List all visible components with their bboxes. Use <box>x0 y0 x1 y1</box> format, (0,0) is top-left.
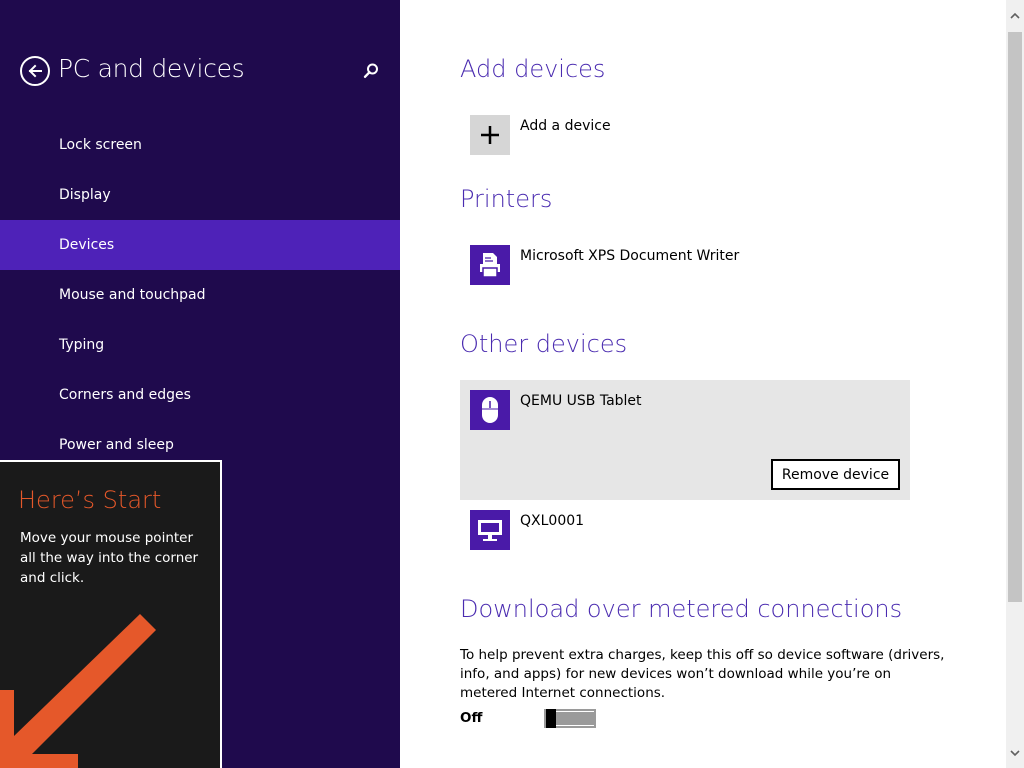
sidebar-item-label: Corners and edges <box>59 387 191 403</box>
start-hint-title: Here’s Start <box>18 486 162 514</box>
add-device-button[interactable]: Add a device <box>460 115 910 155</box>
sidebar-item-label: Typing <box>59 337 105 353</box>
start-hint-overlay[interactable]: Here’s Start Move your mouse pointer all… <box>0 460 222 768</box>
search-icon <box>363 63 378 78</box>
chevron-up-icon <box>1010 12 1020 19</box>
sidebar-nav: Lock screen Display Devices Mouse and to… <box>0 120 400 470</box>
sidebar-item-devices[interactable]: Devices <box>0 220 400 270</box>
page-title: PC and devices <box>58 54 245 83</box>
sidebar-item-typing[interactable]: Typing <box>0 320 400 370</box>
sidebar-item-label: Display <box>59 187 111 203</box>
toggle-track <box>556 712 594 725</box>
printer-icon <box>480 253 500 278</box>
sidebar-item-lock-screen[interactable]: Lock screen <box>0 120 400 170</box>
scroll-up-button[interactable] <box>1006 0 1024 30</box>
toggle-thumb[interactable] <box>546 709 556 728</box>
vertical-scrollbar[interactable] <box>1006 0 1024 768</box>
section-title-other-devices: Other devices <box>460 330 628 358</box>
printer-tile <box>470 245 510 285</box>
device-label-qemu-usb-tablet: QEMU USB Tablet <box>520 393 642 409</box>
add-device-label: Add a device <box>520 118 611 134</box>
sidebar-item-mouse-and-touchpad[interactable]: Mouse and touchpad <box>0 270 400 320</box>
plus-icon <box>481 126 499 144</box>
section-title-metered: Download over metered connections <box>460 595 903 623</box>
monitor-tile <box>470 510 510 550</box>
mouse-icon <box>482 397 498 423</box>
main-content: Add devices Add a device Printers Micros… <box>400 0 1006 768</box>
sidebar-item-label: Lock screen <box>59 137 142 153</box>
remove-device-button[interactable]: Remove device <box>771 459 900 490</box>
back-arrow-icon <box>28 64 42 78</box>
sidebar-item-corners-and-edges[interactable]: Corners and edges <box>0 370 400 420</box>
add-device-tile <box>470 115 510 155</box>
metered-download-toggle[interactable] <box>544 709 596 728</box>
metered-description: To help prevent extra charges, keep this… <box>460 647 945 701</box>
sidebar-item-display[interactable]: Display <box>0 170 400 220</box>
device-item-qxl0001[interactable]: QXL0001 <box>460 510 910 550</box>
metered-toggle-state-label: Off <box>460 710 483 726</box>
search-button[interactable] <box>361 61 381 81</box>
back-button[interactable] <box>20 56 50 86</box>
device-item-qemu-usb-tablet[interactable]: QEMU USB Tablet Remove device <box>460 380 910 500</box>
start-hint-text: Move your mouse pointer all the way into… <box>20 530 199 586</box>
arrow-down-left-icon <box>0 614 156 768</box>
monitor-icon <box>478 520 502 541</box>
scrollbar-thumb[interactable] <box>1008 32 1022 602</box>
chevron-down-icon <box>1010 749 1020 756</box>
section-title-printers: Printers <box>460 185 553 213</box>
sidebar-item-label: Power and sleep <box>59 437 174 453</box>
device-label-printer: Microsoft XPS Document Writer <box>520 248 740 264</box>
device-item-printer[interactable]: Microsoft XPS Document Writer <box>460 245 910 285</box>
device-label-qxl0001: QXL0001 <box>520 513 585 529</box>
section-title-add-devices: Add devices <box>460 55 606 83</box>
sidebar-item-label: Mouse and touchpad <box>59 287 206 303</box>
mouse-tile <box>470 390 510 430</box>
sidebar-item-label: Devices <box>59 237 115 253</box>
scroll-down-button[interactable] <box>1006 738 1024 768</box>
